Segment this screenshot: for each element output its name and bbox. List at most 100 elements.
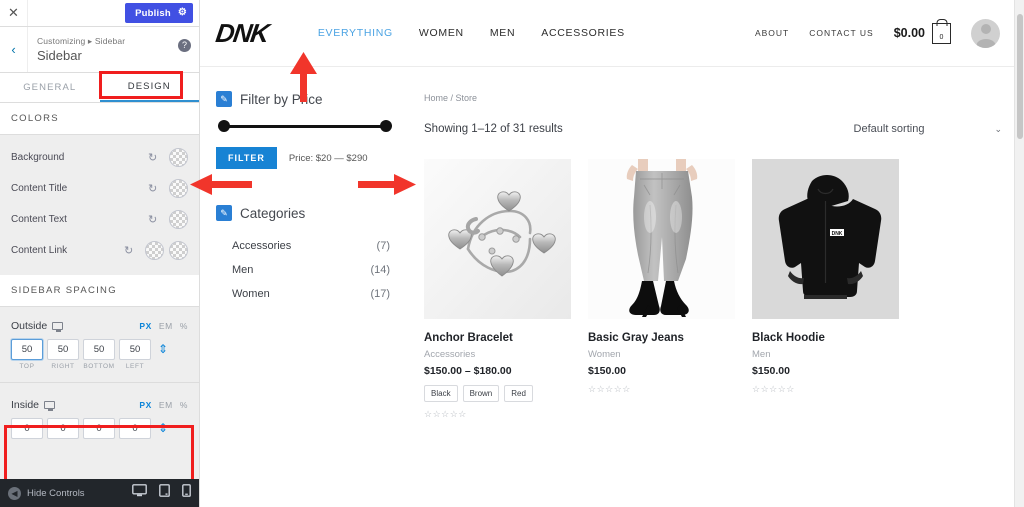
product-rating: ☆☆☆☆☆ (588, 384, 631, 394)
category-count: (14) (370, 264, 390, 276)
product-name[interactable]: Basic Gray Jeans (588, 332, 735, 344)
nav-item-women[interactable]: WOMEN (419, 27, 464, 39)
customizer-scroll-body[interactable]: COLORS Background ↺ Content Title ↺ Cont… (0, 103, 199, 479)
list-item[interactable]: Men (14) (232, 258, 394, 282)
color-swatch[interactable] (145, 241, 164, 260)
color-row-content-text: Content Text ↺ (0, 204, 199, 235)
color-swatch[interactable] (169, 179, 188, 198)
tablet-icon[interactable] (159, 484, 170, 502)
variant-red[interactable]: Red (504, 385, 533, 402)
inside-unit-switcher: PX EM % (135, 400, 188, 410)
site-logo[interactable]: DNK (214, 18, 270, 49)
inside-bottom-input[interactable] (83, 418, 115, 439)
publish-button[interactable]: Publish ⚙ (125, 3, 193, 23)
avatar[interactable] (971, 18, 1000, 48)
tab-design[interactable]: DESIGN (99, 73, 199, 102)
nav-item-contact-us[interactable]: CONTACT US (809, 28, 873, 38)
reset-icon[interactable]: ↺ (148, 182, 157, 195)
list-item[interactable]: Women (17) (232, 282, 394, 306)
reset-icon[interactable]: ↺ (124, 244, 133, 257)
link-values-icon[interactable]: ⇕ (158, 418, 168, 439)
help-icon[interactable]: ? (178, 39, 191, 52)
product-card[interactable]: DNK Black Hoodie Men $150.00 ☆☆☆☆☆ (752, 159, 899, 420)
price-range-slider[interactable] (218, 120, 392, 133)
nav-item-about[interactable]: ABOUT (755, 28, 789, 38)
edit-pencil-icon[interactable]: ✎ (216, 205, 232, 221)
slider-track (220, 125, 390, 128)
mobile-icon[interactable] (182, 484, 191, 502)
spacing-controls: Outside PX EM % TOP (0, 307, 199, 445)
sort-dropdown[interactable]: Default sorting ⌄ (854, 123, 1002, 135)
preview-scrollbar[interactable] (1014, 0, 1024, 507)
outside-right-input[interactable] (47, 339, 79, 360)
close-icon[interactable]: ✕ (0, 0, 28, 26)
tab-general[interactable]: GENERAL (0, 73, 100, 102)
product-name[interactable]: Black Hoodie (752, 332, 899, 344)
color-swatch[interactable] (169, 210, 188, 229)
inside-left-field (119, 418, 151, 439)
unit-px[interactable]: PX (139, 400, 152, 410)
unit-px[interactable]: PX (139, 321, 152, 331)
product-category: Women (588, 349, 621, 360)
product-image-basic-gray-jeans[interactable] (588, 159, 735, 319)
inside-right-input[interactable] (47, 418, 79, 439)
reset-icon[interactable]: ↺ (148, 213, 157, 226)
desktop-monitor-icon[interactable] (44, 401, 56, 411)
category-count: (17) (370, 288, 390, 300)
inside-left-input[interactable] (119, 418, 151, 439)
slider-handle-max[interactable] (380, 120, 392, 132)
color-swatch[interactable] (169, 148, 188, 167)
customizer-header-text: Customizing ▸ Sidebar Sidebar (28, 36, 199, 63)
product-image-anchor-bracelet[interactable] (424, 159, 571, 319)
outside-top-input[interactable] (11, 339, 43, 360)
spacing-section-heading: SIDEBAR SPACING (0, 275, 199, 307)
link-values-icon[interactable]: ⇕ (158, 339, 168, 360)
category-label: Women (232, 288, 270, 300)
unit-em[interactable]: EM (159, 400, 173, 410)
gear-icon[interactable]: ⚙ (178, 8, 187, 18)
cart-widget[interactable]: $0.00 0 (893, 22, 951, 44)
product-card[interactable]: Basic Gray Jeans Women $150.00 ☆☆☆☆☆ (588, 159, 735, 420)
outside-spacing-block: Outside PX EM % TOP (0, 311, 199, 376)
product-category: Men (752, 349, 771, 360)
inside-top-input[interactable] (11, 418, 43, 439)
back-chevron-icon[interactable]: ‹ (0, 27, 28, 72)
breadcrumb[interactable]: Home / Store (424, 93, 1002, 103)
slider-handle-min[interactable] (218, 120, 230, 132)
hide-controls-button[interactable]: ◀ Hide Controls (8, 486, 85, 500)
outside-label: Outside (11, 320, 48, 332)
product-card[interactable]: Anchor Bracelet Accessories $150.00 – $1… (424, 159, 571, 420)
reset-icon[interactable]: ↺ (148, 151, 157, 164)
breadcrumb: Customizing ▸ Sidebar (37, 36, 126, 46)
color-row-background: Background ↺ (0, 142, 199, 173)
nav-item-men[interactable]: MEN (490, 27, 515, 39)
filter-button[interactable]: FILTER (216, 147, 277, 169)
product-category: Accessories (424, 349, 476, 360)
variant-black[interactable]: Black (424, 385, 458, 402)
scrollbar-thumb[interactable] (1017, 14, 1023, 139)
color-swatch-hover[interactable] (169, 241, 188, 260)
inside-right-field (47, 418, 79, 439)
shopping-bag-icon[interactable]: 0 (932, 22, 951, 44)
desktop-monitor-icon[interactable] (52, 322, 64, 332)
nav-item-everything[interactable]: EVERYTHING (318, 27, 393, 39)
collapse-arrow-icon: ◀ (8, 486, 21, 500)
outside-bottom-input[interactable] (83, 339, 115, 360)
variant-brown[interactable]: Brown (462, 385, 500, 402)
cart-count: 0 (939, 33, 944, 41)
product-name[interactable]: Anchor Bracelet (424, 332, 571, 344)
edit-pencil-icon[interactable]: ✎ (216, 91, 232, 107)
unit-em[interactable]: EM (159, 321, 173, 331)
outside-left-input[interactable] (119, 339, 151, 360)
site-preview: DNK EVERYTHING WOMEN MEN ACCESSORIES ABO… (200, 0, 1024, 507)
hide-controls-label: Hide Controls (27, 487, 85, 499)
unit-percent[interactable]: % (180, 400, 188, 410)
product-price: $150.00 (752, 365, 790, 377)
cart-total: $0.00 (893, 26, 925, 40)
list-item[interactable]: Accessories (7) (232, 234, 394, 258)
desktop-icon[interactable] (132, 484, 147, 502)
nav-item-accessories[interactable]: ACCESSORIES (541, 27, 625, 39)
unit-percent[interactable]: % (180, 321, 188, 331)
product-image-black-hoodie[interactable]: DNK (752, 159, 899, 319)
